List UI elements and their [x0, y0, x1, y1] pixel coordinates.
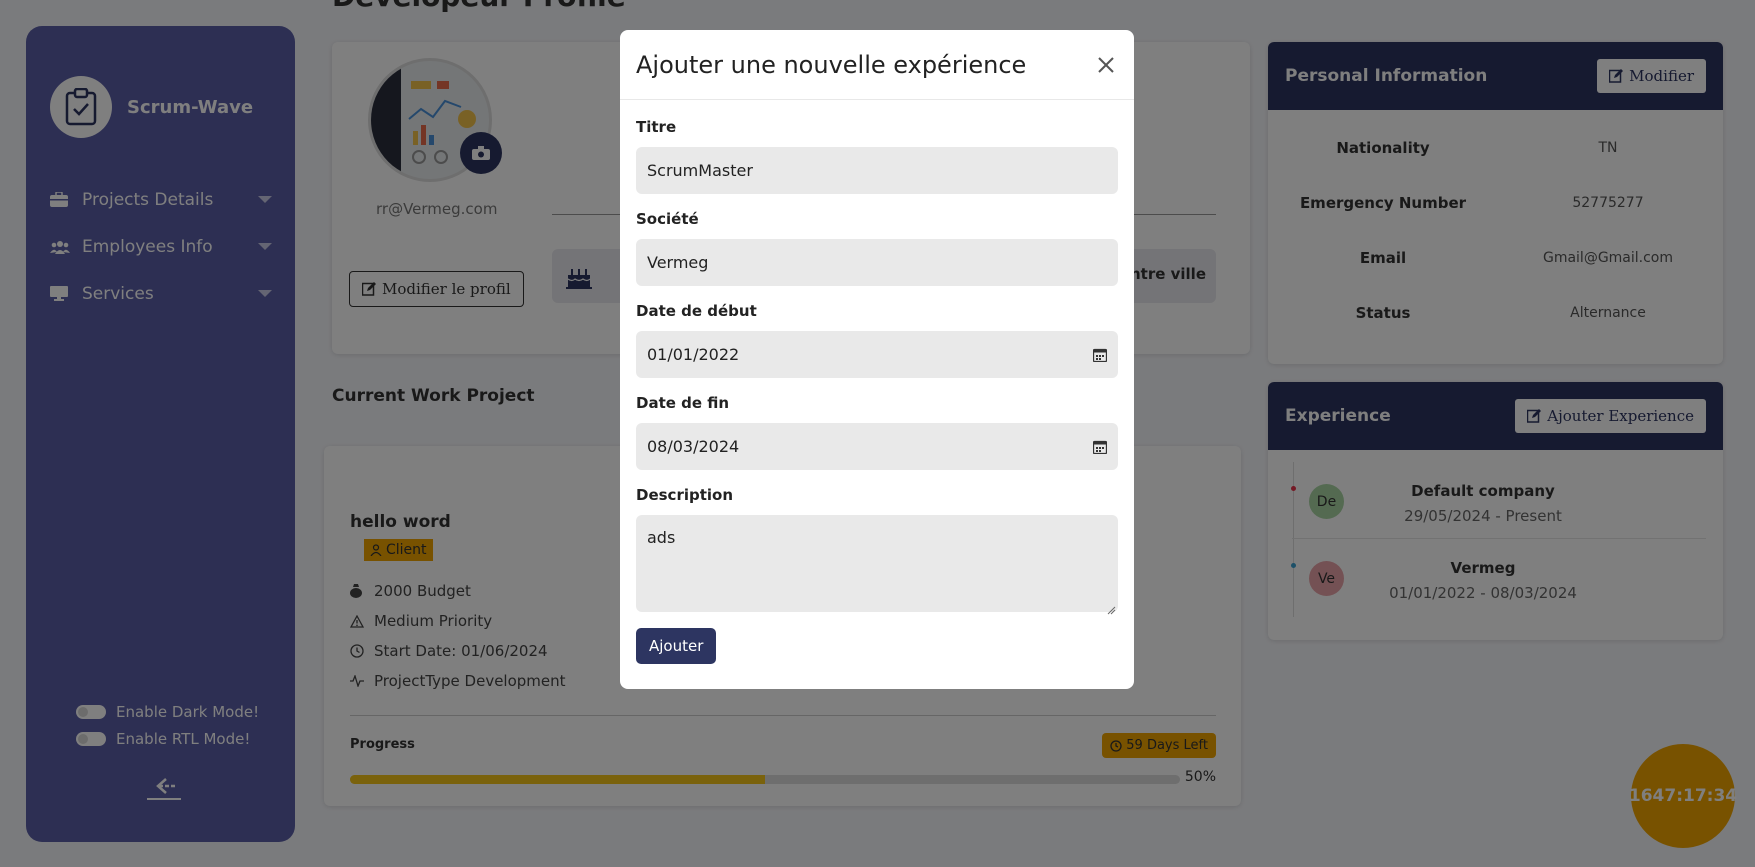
close-icon[interactable] — [1094, 53, 1118, 77]
description-label: Description — [636, 486, 734, 504]
calendar-icon[interactable] — [1093, 440, 1107, 454]
titre-value: ScrumMaster — [647, 161, 753, 180]
societe-input[interactable]: Vermeg — [636, 239, 1118, 286]
societe-label: Société — [636, 210, 699, 228]
add-experience-modal: Ajouter une nouvelle expérience Titre Sc… — [620, 30, 1134, 689]
titre-input[interactable]: ScrumMaster — [636, 147, 1118, 194]
societe-value: Vermeg — [647, 253, 709, 272]
modal-title: Ajouter une nouvelle expérience — [636, 50, 1027, 79]
date-fin-label: Date de fin — [636, 394, 730, 412]
date-debut-label: Date de début — [636, 302, 757, 320]
description-value: ads — [647, 528, 676, 547]
modal-header: Ajouter une nouvelle expérience — [620, 30, 1134, 100]
date-fin-value: 08/03/2024 — [647, 437, 740, 456]
description-textarea[interactable]: ads — [636, 515, 1118, 615]
ajouter-button[interactable]: Ajouter — [636, 628, 717, 664]
date-debut-input[interactable]: 01/01/2022 — [636, 331, 1118, 378]
resize-handle-icon[interactable] — [1106, 600, 1116, 615]
date-debut-value: 01/01/2022 — [647, 345, 740, 364]
calendar-icon[interactable] — [1093, 348, 1107, 362]
titre-label: Titre — [636, 118, 677, 136]
modal-body: Titre ScrumMaster Société Vermeg Date de… — [620, 118, 1134, 664]
date-fin-input[interactable]: 08/03/2024 — [636, 423, 1118, 470]
